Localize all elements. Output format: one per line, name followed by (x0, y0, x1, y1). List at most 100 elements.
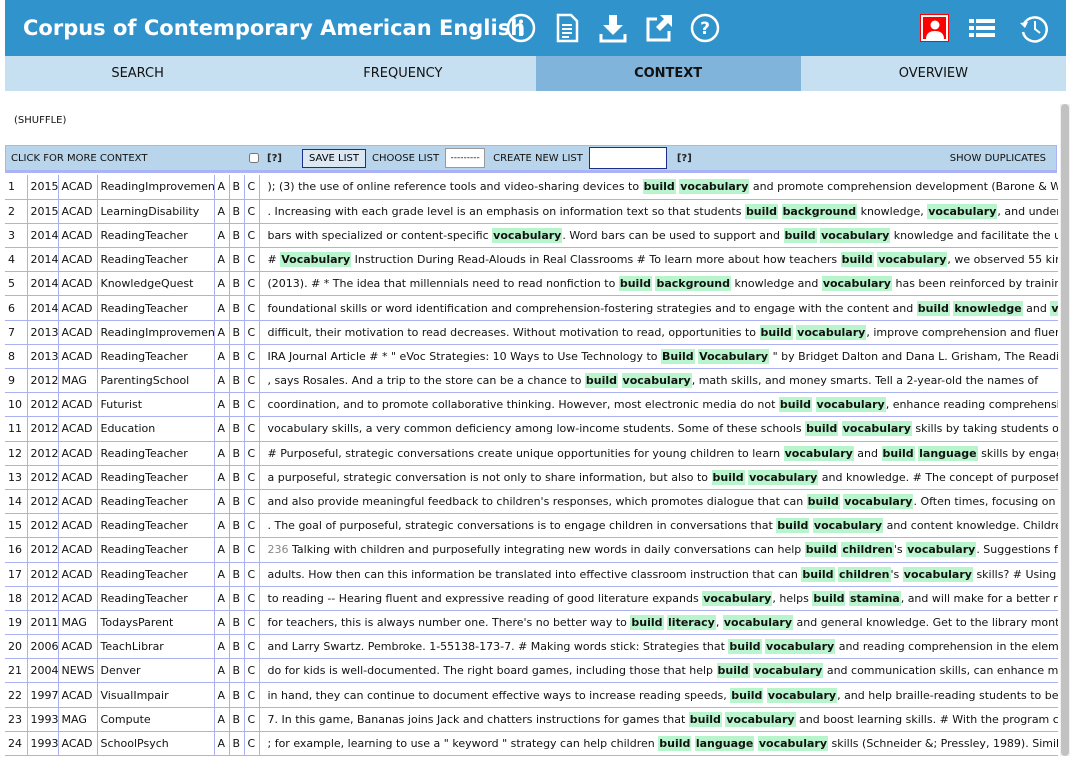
history-icon[interactable] (1016, 10, 1052, 46)
option-c[interactable]: C (244, 586, 260, 611)
context-cell[interactable]: adults. How then can this information be… (259, 562, 1058, 587)
context-cell[interactable]: do for kids is well-documented. The righ… (259, 658, 1058, 684)
option-c[interactable]: C (244, 682, 260, 708)
option-c[interactable]: C (244, 344, 260, 370)
context-cell[interactable]: foundational skills or word identificati… (259, 295, 1058, 321)
context-cell[interactable]: . The goal of purposeful, strategic conv… (259, 513, 1058, 539)
option-b[interactable]: B (229, 320, 245, 345)
option-a[interactable]: A (214, 465, 230, 490)
source-cell[interactable]: ReadingTeacher (97, 465, 215, 490)
option-a[interactable]: A (214, 199, 230, 224)
source-cell[interactable]: ReadingTeacher (97, 441, 215, 466)
context-cell[interactable]: to reading -- Hearing fluent and express… (259, 586, 1058, 611)
scrollbar-thumb[interactable] (1061, 104, 1069, 756)
row-number[interactable]: 8 (5, 344, 28, 370)
option-b[interactable]: B (229, 344, 245, 370)
row-number[interactable]: 7 (5, 320, 28, 345)
save-list-button[interactable]: SAVE LIST (301, 148, 367, 168)
option-b[interactable]: B (229, 634, 245, 660)
option-c[interactable]: C (244, 416, 260, 442)
source-cell[interactable]: ReadingTeacher (97, 562, 215, 587)
option-b[interactable]: B (229, 465, 245, 490)
context-cell[interactable]: vocabulary skills, a very common deficie… (259, 416, 1058, 442)
source-cell[interactable]: Denver (97, 658, 215, 684)
option-b[interactable]: B (229, 682, 245, 708)
option-a[interactable]: A (214, 682, 230, 708)
context-cell[interactable]: 236 Talking with children and purposeful… (259, 537, 1058, 563)
option-a[interactable]: A (214, 513, 230, 539)
row-number[interactable]: 1 (5, 175, 28, 200)
option-b[interactable]: B (229, 513, 245, 539)
source-cell[interactable]: Education (97, 416, 215, 442)
option-c[interactable]: C (244, 465, 260, 490)
row-number[interactable]: 20 (5, 634, 28, 660)
new-list-input[interactable] (588, 147, 667, 169)
context-cell[interactable]: # Purposeful, strategic conversations cr… (259, 441, 1058, 466)
option-a[interactable]: A (214, 247, 230, 273)
source-cell[interactable]: SchoolPsych (97, 731, 215, 757)
option-c[interactable]: C (244, 537, 260, 563)
option-b[interactable]: B (229, 175, 245, 200)
option-c[interactable]: C (244, 247, 260, 273)
option-a[interactable]: A (214, 562, 230, 587)
external-link-icon[interactable] (641, 10, 677, 46)
context-cell[interactable]: . Increasing with each grade level is an… (259, 199, 1058, 224)
option-a[interactable]: A (214, 295, 230, 321)
row-number[interactable]: 18 (5, 586, 28, 611)
source-cell[interactable]: ReadingTeacher (97, 586, 215, 611)
download-icon[interactable] (595, 10, 631, 46)
context-cell[interactable]: difficult, their motivation to read decr… (259, 320, 1058, 345)
row-number[interactable]: 17 (5, 562, 28, 587)
context-cell[interactable]: a purposeful, strategic conversation is … (259, 465, 1058, 490)
option-a[interactable]: A (214, 634, 230, 660)
option-b[interactable]: B (229, 271, 245, 297)
option-c[interactable]: C (244, 634, 260, 660)
option-a[interactable]: A (214, 731, 230, 757)
row-number[interactable]: 16 (5, 537, 28, 563)
option-c[interactable]: C (244, 489, 260, 515)
option-a[interactable]: A (214, 707, 230, 732)
context-cell[interactable]: and Larry Swartz. Pembroke. 1-55138-173-… (259, 634, 1058, 660)
option-b[interactable]: B (229, 441, 245, 466)
row-number[interactable]: 12 (5, 441, 28, 466)
option-b[interactable]: B (229, 707, 245, 732)
choose-list-select[interactable]: --------- (445, 148, 486, 168)
row-number[interactable]: 23 (5, 707, 28, 732)
row-number[interactable]: 6 (5, 295, 28, 321)
context-cell[interactable]: in hand, they can continue to document e… (259, 682, 1058, 708)
tab-context[interactable]: CONTEXT (535, 56, 801, 91)
row-number[interactable]: 10 (5, 392, 28, 418)
option-a[interactable]: A (214, 344, 230, 370)
scrollbar[interactable] (1060, 104, 1070, 756)
row-number[interactable]: 19 (5, 610, 28, 636)
context-cell[interactable]: , says Rosales. And a trip to the store … (259, 368, 1058, 394)
option-a[interactable]: A (214, 416, 230, 442)
tab-search[interactable]: SEARCH (5, 56, 270, 91)
option-c[interactable]: C (244, 731, 260, 757)
context-cell[interactable]: and also provide meaningful feedback to … (259, 489, 1058, 515)
option-a[interactable]: A (214, 175, 230, 200)
source-cell[interactable]: Compute (97, 707, 215, 732)
tab-frequency[interactable]: FREQUENCY (270, 56, 535, 91)
source-cell[interactable]: VisualImpair (97, 682, 215, 708)
option-c[interactable]: C (244, 295, 260, 321)
row-number[interactable]: 4 (5, 247, 28, 273)
select-all-checkbox[interactable] (249, 153, 259, 163)
help-icon[interactable]: ? (687, 10, 723, 46)
row-number[interactable]: 2 (5, 199, 28, 224)
option-b[interactable]: B (229, 610, 245, 636)
source-cell[interactable]: TodaysParent (97, 610, 215, 636)
context-cell[interactable]: ; for example, learning to use a " keywo… (259, 731, 1058, 757)
document-icon[interactable] (549, 10, 585, 46)
help-link-2[interactable]: [?] (677, 153, 692, 164)
source-cell[interactable]: ReadingTeacher (97, 223, 215, 249)
option-a[interactable]: A (214, 368, 230, 394)
user-icon[interactable] (920, 14, 949, 42)
option-b[interactable]: B (229, 586, 245, 611)
source-cell[interactable]: ReadingImprovement (97, 320, 215, 345)
option-a[interactable]: A (214, 320, 230, 345)
context-cell[interactable]: ); (3) the use of online reference tools… (259, 175, 1058, 200)
help-link[interactable]: [?] (267, 153, 282, 164)
source-cell[interactable]: Futurist (97, 392, 215, 418)
row-number[interactable]: 14 (5, 489, 28, 515)
